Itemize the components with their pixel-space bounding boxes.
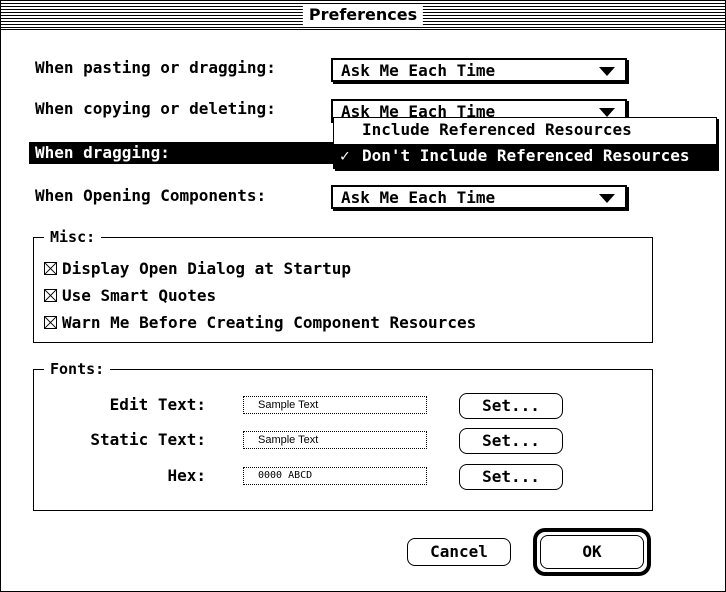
- cancel-button[interactable]: Cancel: [407, 538, 511, 566]
- static-text-label: Static Text:: [90, 430, 206, 449]
- edit-text-set-button[interactable]: Set...: [459, 393, 563, 419]
- dragging-popup-menu[interactable]: Include Referenced Resources ✓ Don't Inc…: [333, 117, 717, 169]
- checkbox-label: Warn Me Before Creating Component Resour…: [62, 313, 477, 332]
- menu-item-dont-include-resources[interactable]: ✓ Don't Include Referenced Resources: [334, 144, 716, 168]
- popup-arrow-icon: [599, 67, 615, 76]
- popup-value: Ask Me Each Time: [341, 61, 496, 80]
- fonts-group-title: Fonts:: [44, 359, 111, 379]
- checkbox-checked-icon: [44, 262, 57, 275]
- popup-arrow-icon: [599, 108, 615, 117]
- edit-text-sample: Sample Text: [243, 396, 427, 414]
- menu-item-label: Don't Include Referenced Resources: [362, 146, 690, 165]
- popup-value: Ask Me Each Time: [341, 188, 496, 207]
- checkbox-checked-icon: [44, 316, 57, 329]
- static-text-sample: Sample Text: [243, 431, 427, 449]
- window-title: Preferences: [302, 5, 424, 25]
- checkbox-label: Use Smart Quotes: [62, 286, 217, 305]
- hex-set-button[interactable]: Set...: [459, 464, 563, 490]
- misc-group: Misc: Display Open Dialog at Startup Use…: [33, 227, 653, 343]
- popup-arrow-icon: [599, 194, 615, 203]
- hex-sample: 0000 ABCD: [243, 467, 427, 485]
- ok-button[interactable]: OK: [540, 535, 644, 569]
- hex-label: Hex:: [167, 466, 206, 485]
- preferences-window: Preferences When pasting or dragging: As…: [0, 0, 726, 592]
- menu-item-label: Include Referenced Resources: [362, 120, 632, 139]
- static-text-set-button[interactable]: Set...: [459, 428, 563, 454]
- title-bar[interactable]: Preferences: [1, 1, 725, 30]
- checkbox-label: Display Open Dialog at Startup: [62, 259, 351, 278]
- dragging-label: When dragging:: [29, 142, 335, 164]
- pasting-dragging-popup[interactable]: Ask Me Each Time: [331, 58, 627, 82]
- misc-group-title: Misc:: [44, 227, 102, 247]
- menu-item-include-resources[interactable]: Include Referenced Resources: [334, 118, 716, 142]
- checkbox-checked-icon: [44, 289, 57, 302]
- checkmark-icon: ✓: [340, 146, 350, 165]
- opening-components-label: When Opening Components:: [35, 186, 267, 205]
- edit-text-label: Edit Text:: [109, 395, 206, 414]
- opening-components-popup[interactable]: Ask Me Each Time: [331, 185, 627, 209]
- copying-deleting-label: When copying or deleting:: [35, 99, 276, 118]
- pasting-dragging-label: When pasting or dragging:: [35, 58, 276, 77]
